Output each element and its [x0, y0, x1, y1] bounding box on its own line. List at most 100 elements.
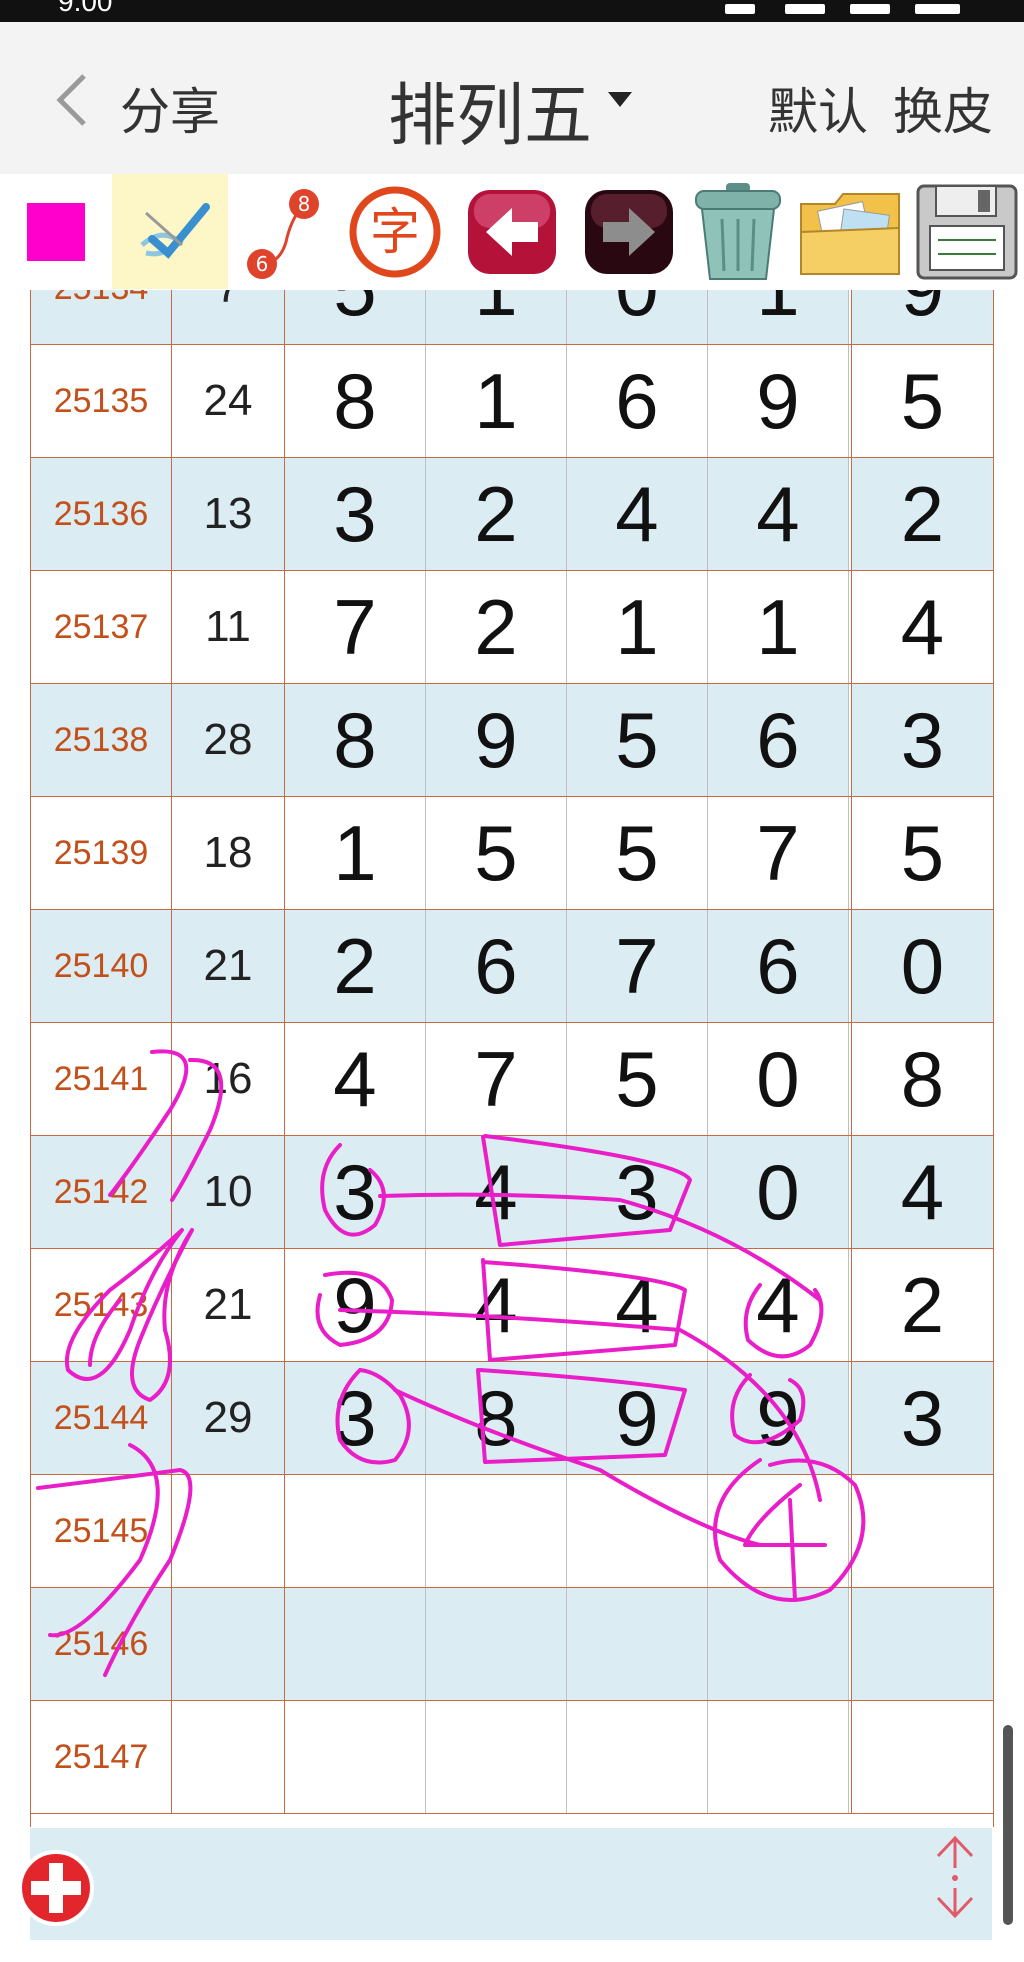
digit-cell-3[interactable]: 3: [567, 1136, 708, 1248]
pen-check-icon[interactable]: [112, 174, 228, 289]
digit-cell-5[interactable]: 5: [851, 797, 993, 909]
table-row[interactable]: 25147: [31, 1701, 993, 1814]
title-dropdown-caret-icon[interactable]: [608, 92, 632, 107]
table-row[interactable]: 25135 24 8 1 6 9 5: [31, 345, 993, 458]
scrollbar[interactable]: [1003, 1725, 1013, 1925]
digit-cell-1[interactable]: [285, 1701, 426, 1813]
digit-cell-5[interactable]: 2: [851, 458, 993, 570]
page-title[interactable]: 排列五: [388, 60, 592, 159]
connect-6-8-icon[interactable]: 8 6: [240, 174, 326, 289]
digit-cell-1[interactable]: [285, 1475, 426, 1587]
digit-cell-4[interactable]: 1: [708, 571, 849, 683]
digit-cell-4[interactable]: [708, 1475, 849, 1587]
digit-cell-1[interactable]: 5: [285, 290, 426, 344]
digit-cell-3[interactable]: [567, 1475, 708, 1587]
table-row[interactable]: 25137 11 7 2 1 1 4: [31, 571, 993, 684]
digit-cell-4[interactable]: 0: [708, 1023, 849, 1135]
digit-cell-5[interactable]: 4: [851, 571, 993, 683]
digit-cell-1[interactable]: 8: [285, 345, 426, 457]
photo-folder-icon[interactable]: [794, 174, 906, 289]
digit-cell-4[interactable]: 6: [708, 910, 849, 1022]
digit-cell-5[interactable]: [851, 1475, 993, 1587]
digit-cell-1[interactable]: 4: [285, 1023, 426, 1135]
redo-arrow-icon[interactable]: [576, 174, 682, 289]
digit-cell-5[interactable]: 8: [851, 1023, 993, 1135]
digit-cell-4[interactable]: 9: [708, 345, 849, 457]
save-disk-icon[interactable]: [912, 174, 1022, 289]
digit-cell-2[interactable]: 4: [426, 1136, 567, 1248]
scroll-up-down-icon[interactable]: [930, 1832, 980, 1922]
digit-cell-2[interactable]: 9: [426, 684, 567, 796]
digit-cell-3[interactable]: [567, 1588, 708, 1700]
digit-cell-2[interactable]: [426, 1475, 567, 1587]
table-row[interactable]: 25144 29 3 8 9 9 3: [31, 1362, 993, 1475]
digit-cell-3[interactable]: 5: [567, 1023, 708, 1135]
digit-cell-5[interactable]: 9: [851, 290, 993, 344]
table-row[interactable]: 25143 21 9 4 4 4 2: [31, 1249, 993, 1362]
number-grid[interactable]: 2513475101925135248169525136133244225137…: [30, 290, 994, 1827]
digit-cell-2[interactable]: 2: [426, 571, 567, 683]
digit-cell-1[interactable]: 9: [285, 1249, 426, 1361]
digit-cell-2[interactable]: 1: [426, 290, 567, 344]
table-row[interactable]: 25141 16 4 7 5 0 8: [31, 1023, 993, 1136]
digit-cell-1[interactable]: 2: [285, 910, 426, 1022]
digit-cell-2[interactable]: 4: [426, 1249, 567, 1361]
digit-cell-3[interactable]: 4: [567, 458, 708, 570]
digit-cell-5[interactable]: 0: [851, 910, 993, 1022]
digit-cell-2[interactable]: 6: [426, 910, 567, 1022]
table-row[interactable]: 25142 10 3 4 3 0 4: [31, 1136, 993, 1249]
digit-cell-3[interactable]: 5: [567, 684, 708, 796]
digit-cell-3[interactable]: 6: [567, 345, 708, 457]
digit-cell-5[interactable]: 4: [851, 1136, 993, 1248]
add-plus-icon[interactable]: [16, 1848, 96, 1928]
digit-cell-4[interactable]: 1: [708, 290, 849, 344]
digit-cell-2[interactable]: 8: [426, 1362, 567, 1474]
table-row[interactable]: 25145: [31, 1475, 993, 1588]
digit-cell-3[interactable]: 0: [567, 290, 708, 344]
digit-cell-4[interactable]: 4: [708, 458, 849, 570]
zi-char-icon[interactable]: 字: [344, 174, 446, 289]
digit-cell-1[interactable]: 3: [285, 1136, 426, 1248]
digit-cell-3[interactable]: 7: [567, 910, 708, 1022]
digit-cell-2[interactable]: 2: [426, 458, 567, 570]
digit-cell-1[interactable]: [285, 1588, 426, 1700]
digit-cell-4[interactable]: 4: [708, 1249, 849, 1361]
share-button[interactable]: 分享: [120, 72, 220, 144]
digit-cell-2[interactable]: 5: [426, 797, 567, 909]
digit-cell-2[interactable]: [426, 1701, 567, 1813]
digit-cell-2[interactable]: 7: [426, 1023, 567, 1135]
color-swatch-icon[interactable]: [18, 174, 94, 289]
digit-cell-2[interactable]: 1: [426, 345, 567, 457]
digit-cell-3[interactable]: 1: [567, 571, 708, 683]
back-arrow-icon[interactable]: [46, 70, 106, 130]
digit-cell-4[interactable]: 0: [708, 1136, 849, 1248]
digit-cell-3[interactable]: 9: [567, 1362, 708, 1474]
table-row[interactable]: 25136 13 3 2 4 4 2: [31, 458, 993, 571]
digit-cell-3[interactable]: 5: [567, 797, 708, 909]
digit-cell-4[interactable]: 6: [708, 684, 849, 796]
table-row[interactable]: 25139 18 1 5 5 7 5: [31, 797, 993, 910]
digit-cell-4[interactable]: [708, 1701, 849, 1813]
table-row[interactable]: 25146: [31, 1588, 993, 1701]
digit-cell-1[interactable]: 3: [285, 1362, 426, 1474]
digit-cell-5[interactable]: 5: [851, 345, 993, 457]
digit-cell-5[interactable]: [851, 1701, 993, 1813]
digit-cell-4[interactable]: [708, 1588, 849, 1700]
default-button[interactable]: 默认: [768, 72, 868, 144]
change-skin-button[interactable]: 换皮: [893, 72, 993, 144]
table-row[interactable]: 25134751019: [31, 290, 993, 345]
digit-cell-3[interactable]: [567, 1701, 708, 1813]
digit-cell-2[interactable]: [426, 1588, 567, 1700]
digit-cell-5[interactable]: 2: [851, 1249, 993, 1361]
digit-cell-5[interactable]: 3: [851, 684, 993, 796]
digit-cell-4[interactable]: 9: [708, 1362, 849, 1474]
digit-cell-1[interactable]: 3: [285, 458, 426, 570]
digit-cell-1[interactable]: 8: [285, 684, 426, 796]
digit-cell-1[interactable]: 1: [285, 797, 426, 909]
digit-cell-5[interactable]: [851, 1588, 993, 1700]
table-row[interactable]: 25138 28 8 9 5 6 3: [31, 684, 993, 797]
digit-cell-1[interactable]: 7: [285, 571, 426, 683]
digit-cell-5[interactable]: 3: [851, 1362, 993, 1474]
undo-arrow-icon[interactable]: [460, 174, 564, 289]
digit-cell-4[interactable]: 7: [708, 797, 849, 909]
